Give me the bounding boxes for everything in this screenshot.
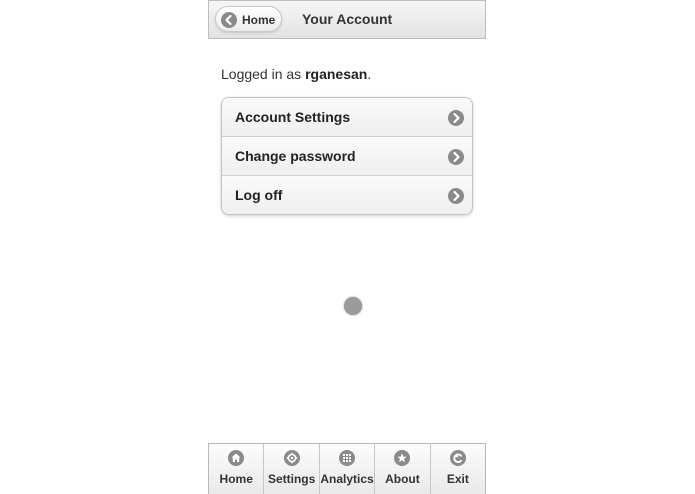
- username: rganesan: [305, 66, 368, 82]
- home-back-button[interactable]: Home: [215, 6, 282, 32]
- login-suffix: .: [367, 66, 372, 82]
- chevron-right-icon: [448, 149, 464, 165]
- gear-icon: [283, 450, 300, 466]
- back-arrow-icon: [449, 450, 466, 466]
- grid-icon: [339, 450, 356, 466]
- tab-about[interactable]: About: [374, 444, 429, 494]
- tab-label: About: [385, 472, 420, 486]
- page-title: Your Account: [302, 11, 393, 27]
- tab-home[interactable]: Home: [208, 444, 263, 494]
- home-back-label: Home: [242, 13, 276, 27]
- menu-item-account-settings[interactable]: Account Settings: [222, 98, 472, 136]
- tab-settings[interactable]: Settings: [263, 444, 318, 494]
- loading-spinner: [344, 297, 362, 315]
- chevron-right-icon: [448, 110, 464, 126]
- mobile-app: Home Your Account Logged in as rganesan.…: [208, 0, 486, 494]
- account-menu: Account Settings Change password Log off: [221, 97, 473, 215]
- tab-exit[interactable]: Exit: [429, 444, 486, 494]
- chevron-right-icon: [448, 188, 464, 204]
- tab-label: Exit: [446, 472, 469, 486]
- login-status: Logged in as rganesan.: [221, 66, 371, 82]
- bottom-tab-bar: Home Settings Analytics About Exit: [208, 443, 486, 494]
- tab-analytics[interactable]: Analytics: [318, 444, 374, 494]
- tab-label: Analytics: [320, 472, 374, 486]
- home-icon: [228, 450, 245, 466]
- menu-item-label: Change password: [235, 148, 356, 164]
- star-icon: [394, 450, 411, 466]
- arrow-left-icon: [221, 12, 237, 28]
- menu-item-change-password[interactable]: Change password: [222, 136, 472, 175]
- login-prefix: Logged in as: [221, 66, 306, 82]
- tab-label: Settings: [267, 472, 316, 486]
- tab-label: Home: [219, 472, 253, 486]
- menu-item-label: Log off: [235, 187, 283, 203]
- header-bar: Home Your Account: [208, 0, 486, 39]
- menu-item-log-off[interactable]: Log off: [222, 175, 472, 214]
- menu-item-label: Account Settings: [235, 109, 351, 125]
